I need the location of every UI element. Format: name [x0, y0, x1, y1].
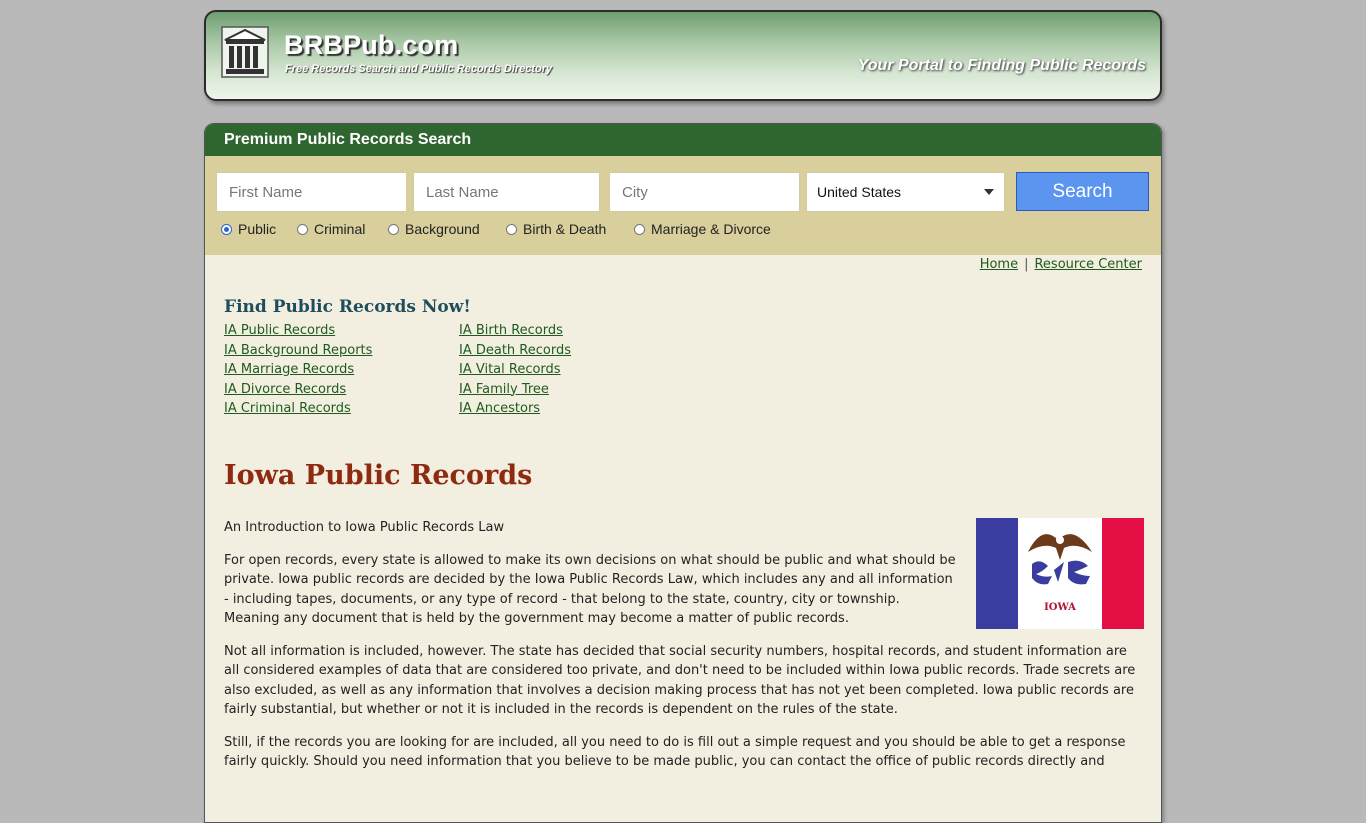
radio-label: Public	[238, 221, 277, 237]
search-panel-title: Premium Public Records Search	[205, 124, 1161, 156]
ia-family-tree-link[interactable]: IA Family Tree	[459, 380, 571, 400]
article-paragraph: Still, if the records you are looking fo…	[224, 734, 1126, 770]
radio-label: Birth & Death	[523, 221, 607, 237]
find-records-heading: Find Public Records Now!	[224, 297, 471, 317]
first-name-input[interactable]	[216, 172, 407, 212]
site-subtitle: Free Records Search and Public Records D…	[285, 63, 553, 75]
courthouse-logo-icon[interactable]	[221, 26, 269, 78]
site-tagline: Your Portal to Finding Public Records	[857, 57, 1146, 74]
home-link[interactable]: Home	[980, 257, 1018, 272]
site-header: BRBPub.com Free Records Search and Publi…	[204, 10, 1162, 101]
radio-public[interactable]: Public	[221, 221, 276, 237]
radio-unchecked-icon[interactable]	[634, 223, 645, 235]
iowa-flag-image: IOWA	[976, 518, 1144, 629]
ia-death-records-link[interactable]: IA Death Records	[459, 341, 571, 361]
ia-divorce-records-link[interactable]: IA Divorce Records	[224, 380, 372, 400]
links-column-left: IA Public Records IA Background Reports …	[224, 321, 372, 419]
nav-separator: |	[1024, 257, 1029, 272]
article-paragraph: Not all information is included, however…	[224, 643, 1136, 718]
links-column-right: IA Birth Records IA Death Records IA Vit…	[459, 321, 571, 419]
ia-background-reports-link[interactable]: IA Background Reports	[224, 341, 372, 361]
ia-birth-records-link[interactable]: IA Birth Records	[459, 321, 571, 341]
ia-marriage-records-link[interactable]: IA Marriage Records	[224, 360, 372, 380]
radio-label: Marriage & Divorce	[651, 221, 771, 237]
flag-iowa-text: IOWA	[1044, 602, 1076, 613]
ia-ancestors-link[interactable]: IA Ancestors	[459, 399, 571, 419]
radio-birth-death[interactable]: Birth & Death	[506, 221, 606, 237]
radio-label: Background	[405, 221, 480, 237]
country-select[interactable]: United States	[806, 172, 1005, 212]
chevron-down-icon	[984, 189, 994, 195]
last-name-input[interactable]	[413, 172, 600, 212]
main-content: Premium Public Records Search United Sta…	[204, 123, 1162, 823]
article-body: IOWA An Introduction to Iowa Public Reco…	[224, 518, 1144, 785]
ia-vital-records-link[interactable]: IA Vital Records	[459, 360, 571, 380]
country-select-value: United States	[817, 184, 902, 200]
top-nav-links: Home | Resource Center	[980, 257, 1142, 272]
resource-center-link[interactable]: Resource Center	[1034, 257, 1142, 272]
ia-criminal-records-link[interactable]: IA Criminal Records	[224, 399, 372, 419]
radio-checked-icon[interactable]	[221, 223, 232, 235]
search-button[interactable]: Search	[1016, 172, 1149, 211]
ia-public-records-link[interactable]: IA Public Records	[224, 321, 372, 341]
radio-unchecked-icon[interactable]	[506, 223, 517, 235]
city-input[interactable]	[609, 172, 800, 212]
site-title[interactable]: BRBPub.com	[284, 30, 459, 61]
radio-unchecked-icon[interactable]	[297, 223, 308, 235]
radio-background[interactable]: Background	[388, 221, 480, 237]
radio-label: Criminal	[314, 221, 366, 237]
page-title: Iowa Public Records	[224, 460, 533, 491]
radio-unchecked-icon[interactable]	[388, 223, 399, 235]
flag-white-stripe: IOWA	[1018, 518, 1102, 629]
radio-criminal[interactable]: Criminal	[297, 221, 365, 237]
search-panel: United States Search Public Criminal Bac…	[205, 156, 1161, 255]
flag-red-stripe	[1102, 518, 1144, 629]
flag-blue-stripe	[976, 518, 1018, 629]
radio-marriage-divorce[interactable]: Marriage & Divorce	[634, 221, 771, 237]
